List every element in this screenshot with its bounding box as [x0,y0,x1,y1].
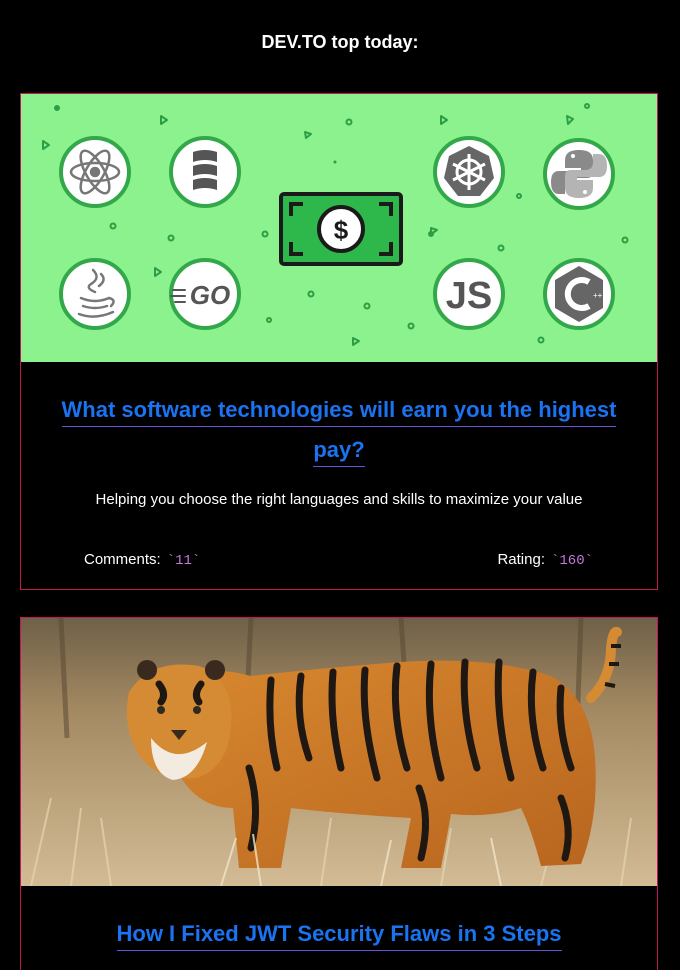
tiger-photo [21,618,657,886]
article-title-link[interactable]: What software technologies will earn you… [61,397,617,467]
comments-meta: Comments: `11` [84,550,200,571]
article-banner-image[interactable]: GO JS ++ $ [21,94,657,362]
article-card: How I Fixed JWT Security Flaws in 3 Step… [20,617,658,970]
rating-label: Rating: [497,551,545,568]
article-banner-image[interactable] [21,618,657,886]
rating-count: `160` [550,553,593,569]
scala-icon [193,150,217,190]
javascript-icon: JS [446,275,492,317]
money-icon: $ [279,192,403,266]
comments-label: Comments: [84,551,161,568]
article-title-link[interactable]: How I Fixed JWT Security Flaws in 3 Step… [116,921,562,951]
page-title: DEV.TO top today: [261,32,419,52]
article-title: How I Fixed JWT Security Flaws in 3 Step… [33,914,645,954]
svg-text:GO: GO [190,280,230,310]
page: DEV.TO top today: GO JS ++ $ What softwa… [0,0,680,970]
article-card: GO JS ++ $ What software technologies wi… [20,93,658,590]
banner-illustration: GO JS ++ $ [42,103,629,346]
article-description: Helping you choose the right languages a… [95,491,583,508]
svg-text:++: ++ [593,291,603,300]
svg-text:$: $ [334,215,349,245]
article-title: What software technologies will earn you… [33,390,645,470]
comments-count: `11` [166,553,201,569]
rating-meta: Rating: `160` [497,550,593,571]
svg-text:JS: JS [446,275,492,317]
